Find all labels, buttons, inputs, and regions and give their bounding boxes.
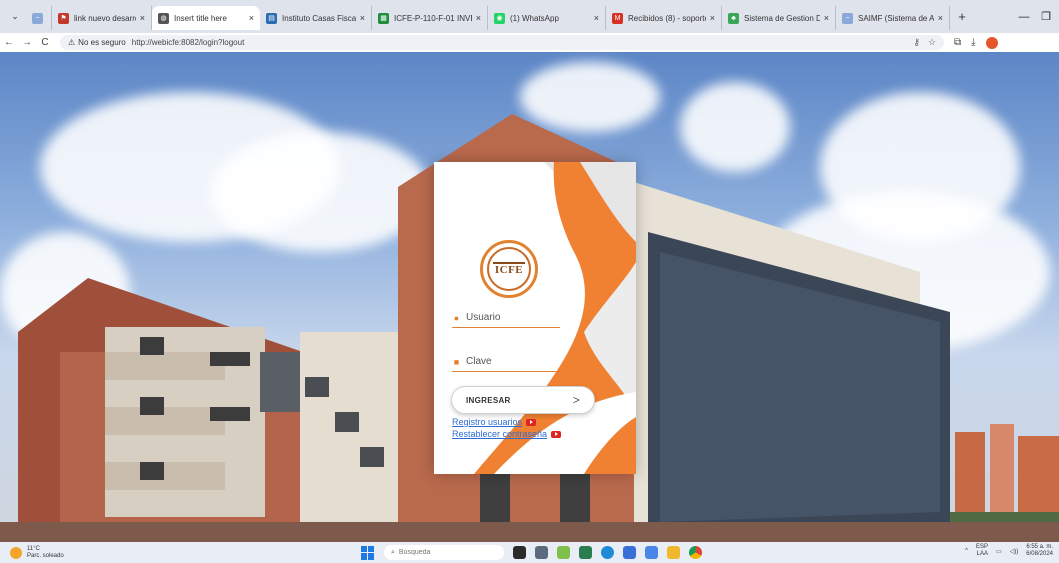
tab-title: Sistema de Gestion Doc [744, 13, 820, 23]
weather-desc: Parc. soleado [27, 552, 64, 559]
browser-tab[interactable]: ~ [26, 6, 52, 30]
weather-temp: 11°C [27, 545, 40, 552]
forward-button[interactable]: → [18, 37, 36, 48]
system-tray: ^ ESP LAA ▭ ◁)) 6:55 a. m. 6/08/2024 [965, 544, 1053, 558]
tab-search-icon[interactable]: ⌄ [4, 6, 26, 28]
close-icon[interactable]: × [360, 13, 365, 23]
login-button-label: INGRESAR [466, 395, 511, 405]
reset-password-link[interactable]: Restablecer contraseña [452, 429, 562, 439]
saimf-logo-icon: ~ [32, 12, 43, 24]
login-page-background: ICFE ● ■ INGRESAR > Registro usuarios Re… [0, 52, 1059, 542]
taskbar-search-input[interactable] [398, 549, 489, 556]
tab-title: ICFE-P-110-F-01 INVENT [394, 13, 472, 23]
security-indicator[interactable]: No es seguro [78, 38, 126, 47]
profile-avatar[interactable] [985, 36, 998, 49]
task-view-icon[interactable] [513, 546, 526, 559]
reload-button[interactable]: C [36, 37, 54, 48]
extensions-icon[interactable]: ⧉ [954, 37, 961, 48]
browser-tab-strip: ⌄ ~ ⚑ link nuevo desarrollo - c × ◍ Insert ti… [0, 0, 1059, 33]
register-link[interactable]: Registro usuarios [452, 417, 537, 427]
network-icon[interactable]: ▭ [996, 548, 1002, 555]
tab-title: Instituto Casas Fiscales [282, 13, 356, 23]
whatsapp-icon: ◉ [494, 12, 505, 24]
app-icon[interactable] [623, 546, 636, 559]
password-input[interactable] [466, 356, 554, 367]
youtube-icon[interactable] [551, 430, 562, 438]
logo-house-icon: ICFE [487, 247, 531, 291]
tab-title: link nuevo desarrollo - c [74, 13, 136, 23]
logo-text: ICFE [492, 262, 526, 276]
tab-title: (1) WhatsApp [510, 13, 559, 23]
lock-icon: ■ [453, 356, 460, 367]
register-link-label: Registro usuarios [452, 417, 523, 427]
tab-title: Recibidos (8) - soporte [628, 13, 706, 23]
volume-icon[interactable]: ◁)) [1010, 548, 1019, 555]
login-button[interactable]: INGRESAR > [451, 386, 595, 414]
user-icon: ● [453, 312, 460, 323]
lang-top: ESP [975, 544, 988, 550]
username-input[interactable] [466, 312, 554, 323]
address-bar[interactable]: ⚠ No es seguro http://webicfe:8082/login… [60, 35, 944, 50]
browser-tab[interactable]: ◍ Insert title here × [152, 6, 260, 30]
browser-tab[interactable]: ⚑ link nuevo desarrollo - c × [52, 6, 152, 30]
saimf-logo-icon: ~ [842, 12, 853, 24]
windows-start-icon[interactable] [361, 545, 375, 560]
clock-time: 6:55 a. m. [1026, 544, 1053, 550]
reset-link-label: Restablecer contraseña [452, 429, 548, 439]
password-key-icon[interactable]: ⚷ [913, 37, 920, 48]
chevron-right-icon: > [572, 393, 580, 407]
close-icon[interactable]: × [824, 13, 829, 23]
back-button[interactable]: ← [0, 37, 18, 48]
close-icon[interactable]: × [476, 13, 481, 23]
tab-title: SAIMF (Sistema de Adm [858, 13, 934, 23]
gmail-icon: M [612, 12, 623, 24]
flag-icon: ⚑ [58, 12, 69, 24]
download-icon[interactable]: ⤓ [971, 37, 975, 48]
icfe-logo: ICFE [480, 240, 538, 298]
close-icon[interactable]: × [594, 13, 599, 23]
url-text[interactable]: http://webicfe:8082/login?logout [132, 38, 245, 47]
browser-tab[interactable]: ♣ Sistema de Gestion Doc × [722, 6, 836, 30]
chrome-icon[interactable] [689, 546, 702, 559]
browser-tab[interactable]: ◉ (1) WhatsApp × [488, 6, 606, 30]
leaf-icon: ♣ [728, 12, 739, 24]
windows-taskbar: 11°C Parc. soleado ⌕ ^ ESP LAA ▭ ◁)) 6:5… [0, 542, 1059, 563]
new-tab-button[interactable]: + [952, 9, 972, 24]
clock-date: 6/08/2024 [1026, 551, 1053, 557]
app-icon[interactable] [535, 546, 548, 559]
tab-title: Insert title here [174, 13, 227, 23]
close-icon[interactable]: × [140, 13, 145, 23]
page-icon: ▤ [266, 12, 277, 24]
clock[interactable]: 6:55 a. m. 6/08/2024 [1026, 544, 1053, 558]
app-icon[interactable] [557, 546, 570, 559]
bookmark-star-icon[interactable]: ☆ [928, 37, 936, 48]
password-field: ■ [452, 352, 560, 372]
browser-tab[interactable]: ▤ Instituto Casas Fiscales × [260, 6, 372, 30]
maximize-icon[interactable]: ❐ [1032, 0, 1059, 33]
language-indicator[interactable]: ESP LAA [976, 544, 988, 558]
edge-icon[interactable] [601, 546, 614, 559]
browser-tab[interactable]: ▦ ICFE-P-110-F-01 INVENT × [372, 6, 488, 30]
username-field: ● [452, 308, 560, 328]
sun-cloud-icon [10, 546, 22, 559]
close-icon[interactable]: × [710, 13, 715, 23]
weather-widget[interactable]: 11°C Parc. soleado [10, 546, 64, 560]
chevron-up-icon[interactable]: ^ [965, 548, 968, 554]
search-icon: ⌕ [391, 548, 395, 556]
browser-toolbar: ← → C ⚠ No es seguro http://webicfe:8082… [0, 33, 1059, 52]
youtube-icon[interactable] [526, 418, 537, 426]
warning-icon[interactable]: ⚠ [68, 38, 75, 47]
lang-bottom: LAA [976, 551, 988, 557]
app-icon[interactable] [645, 546, 658, 559]
app-icon[interactable] [579, 546, 592, 559]
close-icon[interactable]: × [938, 13, 943, 23]
close-icon[interactable]: × [249, 13, 254, 23]
browser-tab[interactable]: M Recibidos (8) - soporte × [606, 6, 722, 30]
globe-icon: ◍ [158, 12, 169, 24]
file-explorer-icon[interactable] [667, 546, 680, 559]
taskbar-search[interactable]: ⌕ [384, 545, 504, 560]
browser-tab[interactable]: ~ SAIMF (Sistema de Adm × [836, 6, 950, 30]
sheets-icon: ▦ [378, 12, 389, 24]
